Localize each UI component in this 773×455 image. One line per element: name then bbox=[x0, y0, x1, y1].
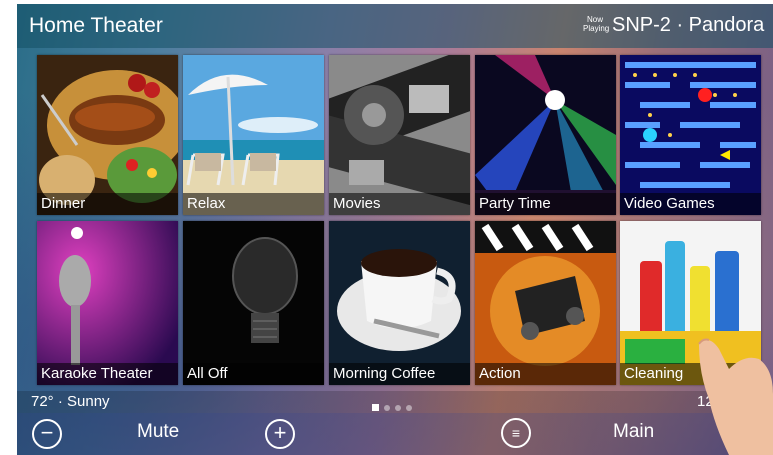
tile-label: Party Time bbox=[475, 193, 616, 215]
now-playing-label[interactable]: Now Playing bbox=[583, 15, 609, 33]
movies-image bbox=[329, 55, 470, 215]
scene-tile-all-off[interactable]: All Off bbox=[183, 221, 324, 385]
tile-label: Dinner bbox=[37, 193, 178, 215]
main-button[interactable]: Main bbox=[613, 421, 654, 443]
scene-tile-action[interactable]: Action bbox=[475, 221, 616, 385]
plus-circle-icon[interactable]: + bbox=[265, 419, 295, 449]
page-title: Home Theater bbox=[29, 14, 163, 37]
top-bar: Home Theater Now Playing SNP-2 · Pandora bbox=[17, 4, 773, 48]
scene-tile-party-time[interactable]: Party Time bbox=[475, 55, 616, 215]
page-dot[interactable] bbox=[395, 405, 401, 411]
scene-tile-morning-coffee[interactable]: Morning Coffee bbox=[329, 221, 470, 385]
weather-readout: 72° · Sunny bbox=[31, 393, 110, 410]
bottom-bar bbox=[17, 413, 773, 455]
scene-tile-karaoke-theater[interactable]: Karaoke Theater bbox=[37, 221, 178, 385]
scene-tile-video-games[interactable]: Video Games bbox=[620, 55, 761, 215]
hand-pointer-icon bbox=[698, 338, 773, 455]
tile-label: Video Games bbox=[620, 193, 761, 215]
dinner-image bbox=[37, 55, 178, 215]
minus-circle-icon[interactable]: − bbox=[32, 419, 62, 449]
karaoke-microphone-image bbox=[37, 221, 178, 385]
tile-label: Morning Coffee bbox=[329, 363, 470, 385]
menu-circle-icon[interactable]: ≡ bbox=[501, 418, 531, 448]
tile-label: Action bbox=[475, 363, 616, 385]
scene-tile-dinner[interactable]: Dinner bbox=[37, 55, 178, 215]
mute-button[interactable]: Mute bbox=[137, 421, 179, 443]
page-dot[interactable] bbox=[384, 405, 390, 411]
tile-label: Karaoke Theater bbox=[37, 363, 178, 385]
screen: Home Theater Now Playing SNP-2 · Pandora… bbox=[17, 4, 773, 455]
scene-tile-relax[interactable]: Relax bbox=[183, 55, 324, 215]
maze-game-image bbox=[620, 55, 761, 215]
party-image bbox=[475, 55, 616, 215]
scene-tile-movies[interactable]: Movies bbox=[329, 55, 470, 215]
tile-label: All Off bbox=[183, 363, 324, 385]
page-dot[interactable] bbox=[406, 405, 412, 411]
coffee-cup-image bbox=[329, 221, 470, 385]
tile-label: Relax bbox=[183, 193, 324, 215]
action-car-image bbox=[475, 221, 616, 385]
tile-label: Movies bbox=[329, 193, 470, 215]
lightbulb-image bbox=[183, 221, 324, 385]
relax-image bbox=[183, 55, 324, 215]
page-dot-active[interactable] bbox=[372, 404, 379, 411]
now-playing-source[interactable]: SNP-2 · Pandora bbox=[612, 14, 764, 37]
